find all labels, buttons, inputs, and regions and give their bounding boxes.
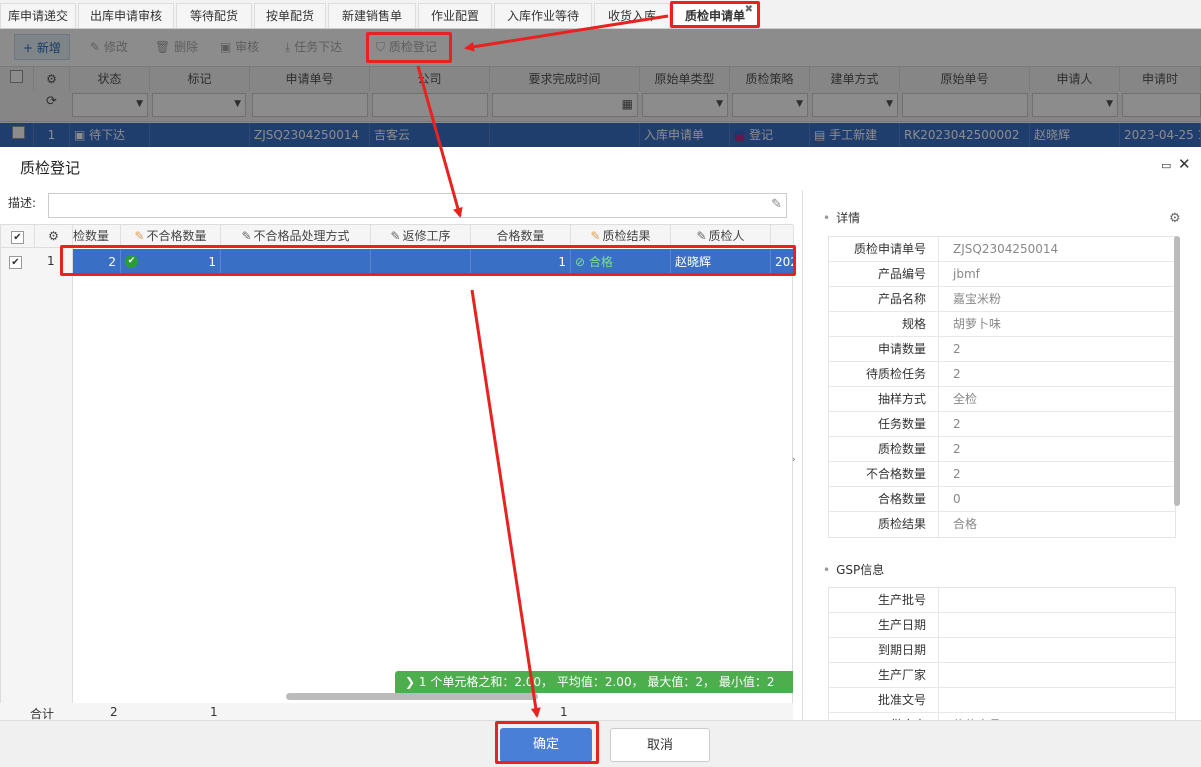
tab-new-sales[interactable]: 新建销售单: [328, 3, 416, 28]
pencil-icon: ✎: [696, 229, 707, 243]
row-index: 1: [47, 254, 55, 268]
pencil-icon: ✎: [134, 229, 145, 243]
close-icon[interactable]: ✕: [1178, 155, 1191, 173]
pencil-icon: ✎: [390, 229, 401, 243]
details-section-title: • 详情: [823, 211, 861, 225]
annotation-box: [495, 721, 599, 764]
tab-outbound-audit[interactable]: 出库申请审核: [78, 3, 174, 28]
detail-row: 规格 胡萝卜味: [829, 312, 1175, 337]
gsp-row: 生产批号: [829, 588, 1175, 613]
sum-qty: 2: [110, 705, 118, 719]
tab-inbound-wait[interactable]: 入库作业等待: [494, 3, 592, 28]
row-header-column: ✔ 1: [1, 248, 73, 706]
gsp-row: 生产厂家: [829, 663, 1175, 688]
detail-row: 任务数量 2: [829, 412, 1175, 437]
pencil-icon: ✎: [590, 229, 601, 243]
gsp-row: 生产日期: [829, 613, 1175, 638]
detail-row: 质检申请单号 ZJSQ2304250014: [829, 237, 1175, 262]
detail-panel: • 详情 ⚙ 质检申请单号 ZJSQ2304250014 产品编号 jbmf 产品名称…: [802, 190, 1201, 743]
cancel-button[interactable]: 取消: [610, 728, 710, 762]
collapse-panel-icon[interactable]: ›: [792, 455, 796, 465]
annotation-box: [60, 245, 796, 276]
tab-order-pick[interactable]: 按单配货: [254, 3, 326, 28]
qc-grid: ✔ ⚙ 检数量 ✎ 不合格数量 ✎ 不合格品处理方式 ✎ 返修工序 合格数量 ✎ 质检结…: [0, 224, 794, 706]
detail-row: 质检结果 合格: [829, 512, 1175, 537]
detail-row: 待质检任务 2: [829, 362, 1175, 387]
gear-icon[interactable]: ⚙: [1169, 211, 1181, 226]
pencil-icon: ✎: [241, 229, 252, 243]
edit-icon[interactable]: ✎: [771, 197, 782, 212]
gsp-row: 批准文号: [829, 688, 1175, 713]
gsp-table: 生产批号 生产日期 到期日期 生产厂家 批准文号 供应商悠悠文具: [828, 587, 1176, 739]
detail-row: 不合格数量 2: [829, 462, 1175, 487]
detail-row: 质检数量 2: [829, 437, 1175, 462]
tab-bar: 库申请递交 出库申请审核 等待配货 按单配货 新建销售单 作业配置 入库作业等待…: [0, 0, 1201, 29]
detail-row: 产品编号 jbmf: [829, 262, 1175, 287]
tab-outbound-submit[interactable]: 库申请递交: [0, 3, 76, 28]
annotation-box: [670, 1, 760, 28]
horizontal-scrollbar[interactable]: [286, 693, 538, 700]
desc-input[interactable]: ✎: [48, 193, 787, 218]
detail-row: 产品名称 嘉宝米粉: [829, 287, 1175, 312]
tab-job-config[interactable]: 作业配置: [418, 3, 492, 28]
tab-receive[interactable]: 收货入库: [594, 3, 670, 28]
detail-row: 合格数量 0: [829, 487, 1175, 512]
annotation-box: [366, 32, 452, 63]
row-checkbox[interactable]: ✔: [9, 254, 22, 269]
gsp-row: 到期日期: [829, 638, 1175, 663]
dialog-footer: 确定 取消: [0, 720, 1201, 767]
sum-good-qty: 1: [560, 705, 568, 719]
detail-row: 申请数量 2: [829, 337, 1175, 362]
desc-label: 描述:: [8, 196, 37, 210]
vertical-scrollbar[interactable]: [1174, 236, 1180, 506]
tab-waiting-pick[interactable]: 等待配货: [176, 3, 252, 28]
detail-row: 抽样方式 全检: [829, 387, 1175, 412]
gsp-section-title: • GSP信息: [823, 563, 885, 577]
selection-stats-bar: ❯ 1 个单元格之和：2.00， 平均值：2.00， 最大值：2， 最小值：2: [395, 671, 793, 693]
select-all-checkbox[interactable]: ✔: [1, 225, 35, 248]
maximize-icon[interactable]: ▭: [1161, 159, 1171, 172]
chevron-right-icon: ❯: [405, 675, 419, 689]
dialog-title: 质检登记: [20, 159, 81, 177]
sum-bad-qty: 1: [210, 705, 218, 719]
details-table: 质检申请单号 ZJSQ2304250014 产品编号 jbmf 产品名称 嘉宝米粉 规…: [828, 236, 1176, 538]
